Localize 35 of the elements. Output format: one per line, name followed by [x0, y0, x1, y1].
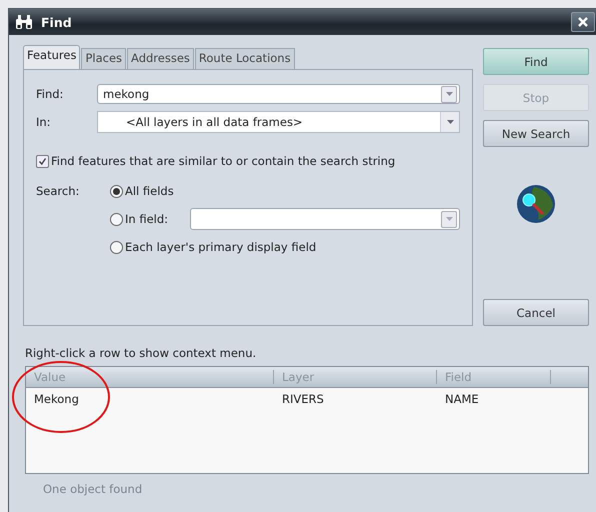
window-title: Find — [41, 14, 72, 30]
search-label: Search: — [36, 183, 80, 200]
tab[interactable]: Features — [23, 45, 80, 69]
action-button[interactable]: New Search — [483, 120, 589, 147]
radio-label: Each layer's primary display field — [125, 240, 316, 254]
table-cell-text: NAME — [444, 392, 480, 406]
radio-button[interactable] — [110, 184, 123, 198]
radio-button[interactable] — [110, 240, 123, 254]
tab[interactable]: Route Locations — [194, 48, 295, 69]
field-dropdown[interactable] — [190, 208, 460, 230]
find-label: Find: — [36, 87, 64, 101]
radio-label: In field: — [125, 212, 168, 226]
tab[interactable]: Addresses — [127, 48, 194, 69]
dropdown-icon — [446, 92, 452, 96]
result-row[interactable]: Mekong RIVERS NAME — [26, 388, 588, 410]
in-label: In: — [36, 115, 52, 129]
radio-label: All fields — [125, 184, 174, 198]
binoculars-icon — [15, 15, 33, 29]
cancel-button[interactable]: Cancel — [483, 299, 589, 326]
radio-button[interactable] — [110, 212, 123, 226]
close-button[interactable] — [571, 12, 595, 32]
checkbox[interactable] — [36, 154, 49, 168]
globe-search-icon — [516, 184, 556, 224]
dropdown-icon — [446, 120, 454, 124]
action-button[interactable]: Find — [483, 48, 589, 75]
hint-text: Right-click a row to show context menu. — [25, 346, 258, 360]
status-text: One object found — [43, 482, 144, 496]
layer-dropdown[interactable]: <All layers in all data frames> — [97, 111, 460, 133]
table-cell-text: RIVERS — [281, 392, 325, 406]
checkbox-label: Find features that are similar to or contain the search string — [51, 154, 396, 168]
close-icon — [578, 17, 588, 27]
tab[interactable]: Places — [81, 48, 126, 69]
dropdown-icon — [446, 217, 452, 221]
table-cell-text: Mekong — [33, 392, 80, 406]
find-field[interactable]: mekong — [97, 84, 460, 104]
